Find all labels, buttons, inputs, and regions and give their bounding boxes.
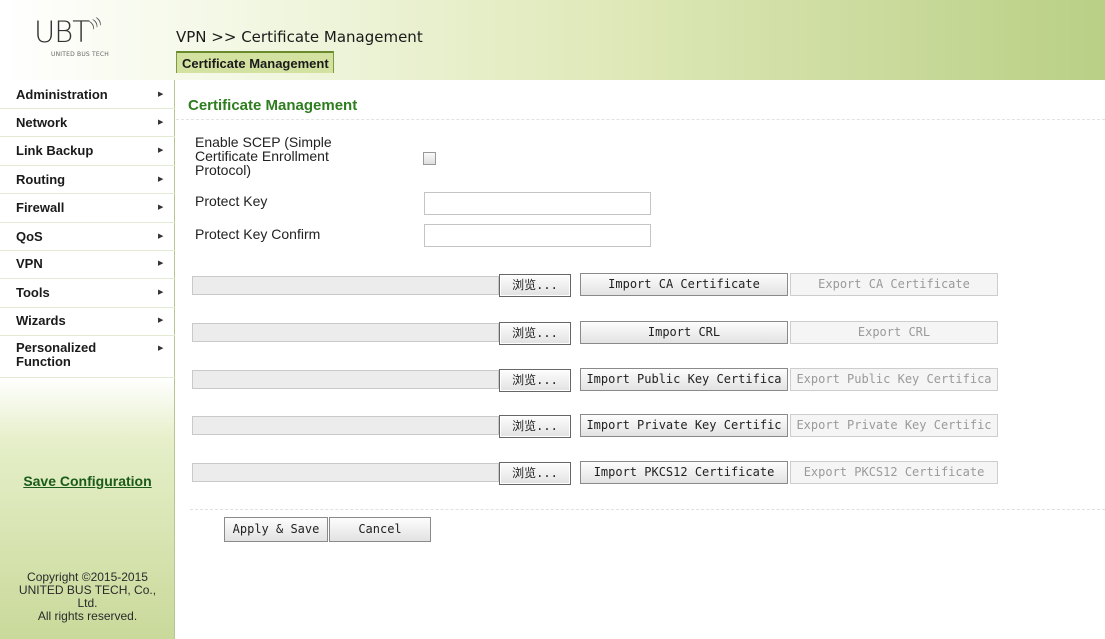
import-private-key-certificate-button[interactable]: Import Private Key Certific [580,414,788,437]
sidebar-item-label: Link Backup [16,143,94,158]
sidebar-item-administration[interactable]: Administration ▶ [0,82,175,109]
browse-private-key-certificate-button[interactable]: 浏览... [499,415,571,438]
sidebar-item-label: Firewall [16,200,65,215]
logo: UBT ))) UNITED BUS TECH [20,16,130,64]
export-ca-certificate-button[interactable]: Export CA Certificate [790,273,998,296]
copyright-line: All rights reserved. [37,609,138,623]
browse-ca-certificate-button[interactable]: 浏览... [499,274,571,297]
sidebar: Administration ▶ Network ▶ Link Backup ▶… [0,80,175,639]
sidebar-item-label: Wizards [16,313,66,328]
pkcs12-certificate-file-path[interactable] [192,463,499,482]
chevron-right-icon: ▶ [158,344,164,352]
sidebar-item-vpn[interactable]: VPN ▶ [0,251,175,279]
chevron-right-icon: ▶ [158,316,164,324]
breadcrumb: VPN >> Certificate Management [176,28,423,46]
protect-key-confirm-label: Protect Key Confirm [195,226,321,242]
browse-public-key-certificate-button[interactable]: 浏览... [499,369,571,392]
protect-key-confirm-input[interactable] [424,224,651,247]
sidebar-item-wizards[interactable]: Wizards ▶ [0,308,175,336]
divider [176,119,1105,120]
divider [190,509,1105,510]
browse-crl-button[interactable]: 浏览... [499,322,571,345]
export-private-key-certificate-button[interactable]: Export Private Key Certific [790,414,998,437]
tab-certificate-management[interactable]: Certificate Management [176,51,334,73]
export-public-key-certificate-button[interactable]: Export Public Key Certifica [790,368,998,391]
crl-file-path[interactable] [192,323,499,342]
sidebar-item-label: Personalized Function [16,340,97,369]
import-crl-button[interactable]: Import CRL [580,321,788,344]
sidebar-item-label: Network [16,115,68,130]
sidebar-item-firewall[interactable]: Firewall ▶ [0,194,175,223]
chevron-right-icon: ▶ [158,118,164,126]
wifi-signal-icon: ))) [88,15,104,32]
public-key-certificate-file-path[interactable] [192,370,499,389]
sidebar-item-link-backup[interactable]: Link Backup ▶ [0,137,175,166]
chevron-right-icon: ▶ [158,90,164,98]
apply-save-button[interactable]: Apply & Save [224,517,328,542]
export-crl-button[interactable]: Export CRL [790,321,998,344]
scep-label: Enable SCEP (Simple Certificate Enrollme… [195,135,332,177]
sidebar-item-network[interactable]: Network ▶ [0,109,175,137]
section-title: Certificate Management [188,97,358,114]
chevron-right-icon: ▶ [158,146,164,154]
sidebar-item-personalized-function[interactable]: Personalized Function ▶ [0,336,175,378]
sidebar-item-label: QoS [16,229,43,244]
scep-label-line: Certificate Enrollment [195,148,329,164]
protect-key-input[interactable] [424,192,651,215]
save-configuration-link[interactable]: Save Configuration [0,473,175,489]
logo-mark: UBT [34,15,90,49]
chevron-right-icon: ▶ [158,259,164,267]
sidebar-item-label: VPN [16,256,43,271]
sidebar-item-label: Tools [16,285,50,300]
private-key-certificate-file-path[interactable] [192,416,499,435]
chevron-right-icon: ▶ [158,203,164,211]
protect-key-label: Protect Key [195,193,268,209]
sidebar-item-routing[interactable]: Routing ▶ [0,166,175,194]
sidebar-item-qos[interactable]: QoS ▶ [0,223,175,251]
chevron-right-icon: ▶ [158,288,164,296]
import-pkcs12-certificate-button[interactable]: Import PKCS12 Certificate [580,461,788,484]
logo-subtitle: UNITED BUS TECH [50,51,109,58]
cancel-button[interactable]: Cancel [329,517,431,542]
import-public-key-certificate-button[interactable]: Import Public Key Certifica [580,368,788,391]
copyright: Copyright ©2015-2015 UNITED BUS TECH, Co… [0,571,175,623]
sidebar-item-label: Routing [16,172,66,187]
ca-certificate-file-path[interactable] [192,276,499,295]
export-pkcs12-certificate-button[interactable]: Export PKCS12 Certificate [790,461,998,484]
scep-label-line: Protocol) [195,162,252,178]
scep-label-line: Enable SCEP (Simple [195,134,332,150]
enable-scep-checkbox[interactable] [423,152,436,165]
chevron-right-icon: ▶ [158,175,164,183]
browse-pkcs12-certificate-button[interactable]: 浏览... [499,462,571,485]
main-content: Certificate Management Enable SCEP (Simp… [176,80,1105,639]
header-banner: UBT ))) UNITED BUS TECH VPN >> Certifica… [0,0,1105,80]
import-ca-certificate-button[interactable]: Import CA Certificate [580,273,788,296]
sidebar-item-tools[interactable]: Tools ▶ [0,279,175,308]
chevron-right-icon: ▶ [158,232,164,240]
sidebar-item-label: Administration [16,87,108,102]
